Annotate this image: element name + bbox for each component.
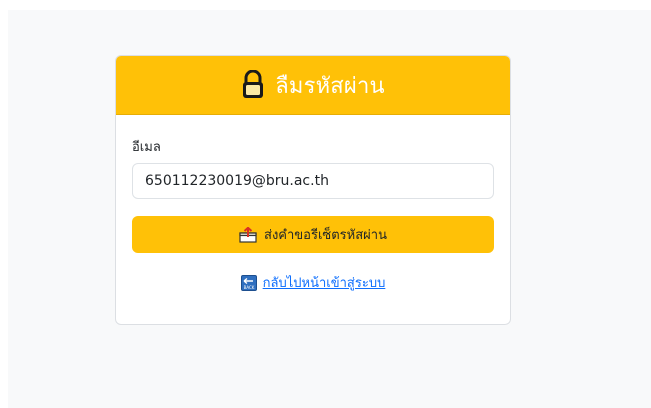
reset-password-button[interactable]: ส่งคำขอรีเซ็ตรหัสผ่าน	[132, 216, 494, 253]
send-box-icon	[239, 226, 257, 243]
svg-text:BACK: BACK	[243, 284, 254, 289]
back-to-login: BACK กลับไปหน้าเข้าสู่ระบบ	[116, 272, 510, 293]
reset-password-label: ส่งคำขอรีเซ็ตรหัสผ่าน	[264, 228, 387, 243]
back-to-login-link[interactable]: กลับไปหน้าเข้าสู่ระบบ	[263, 272, 386, 293]
email-field[interactable]	[132, 163, 494, 199]
back-icon: BACK	[240, 274, 257, 291]
lock-icon	[241, 70, 265, 100]
forgot-password-card: ลืมรหัสผ่าน อีเมล ส่งคำขอรีเซ็ตรหัสผ่าน …	[115, 55, 511, 325]
card-header: ลืมรหัสผ่าน	[116, 56, 510, 115]
email-label: อีเมล	[132, 140, 161, 155]
page-title: ลืมรหัสผ่าน	[275, 73, 385, 99]
